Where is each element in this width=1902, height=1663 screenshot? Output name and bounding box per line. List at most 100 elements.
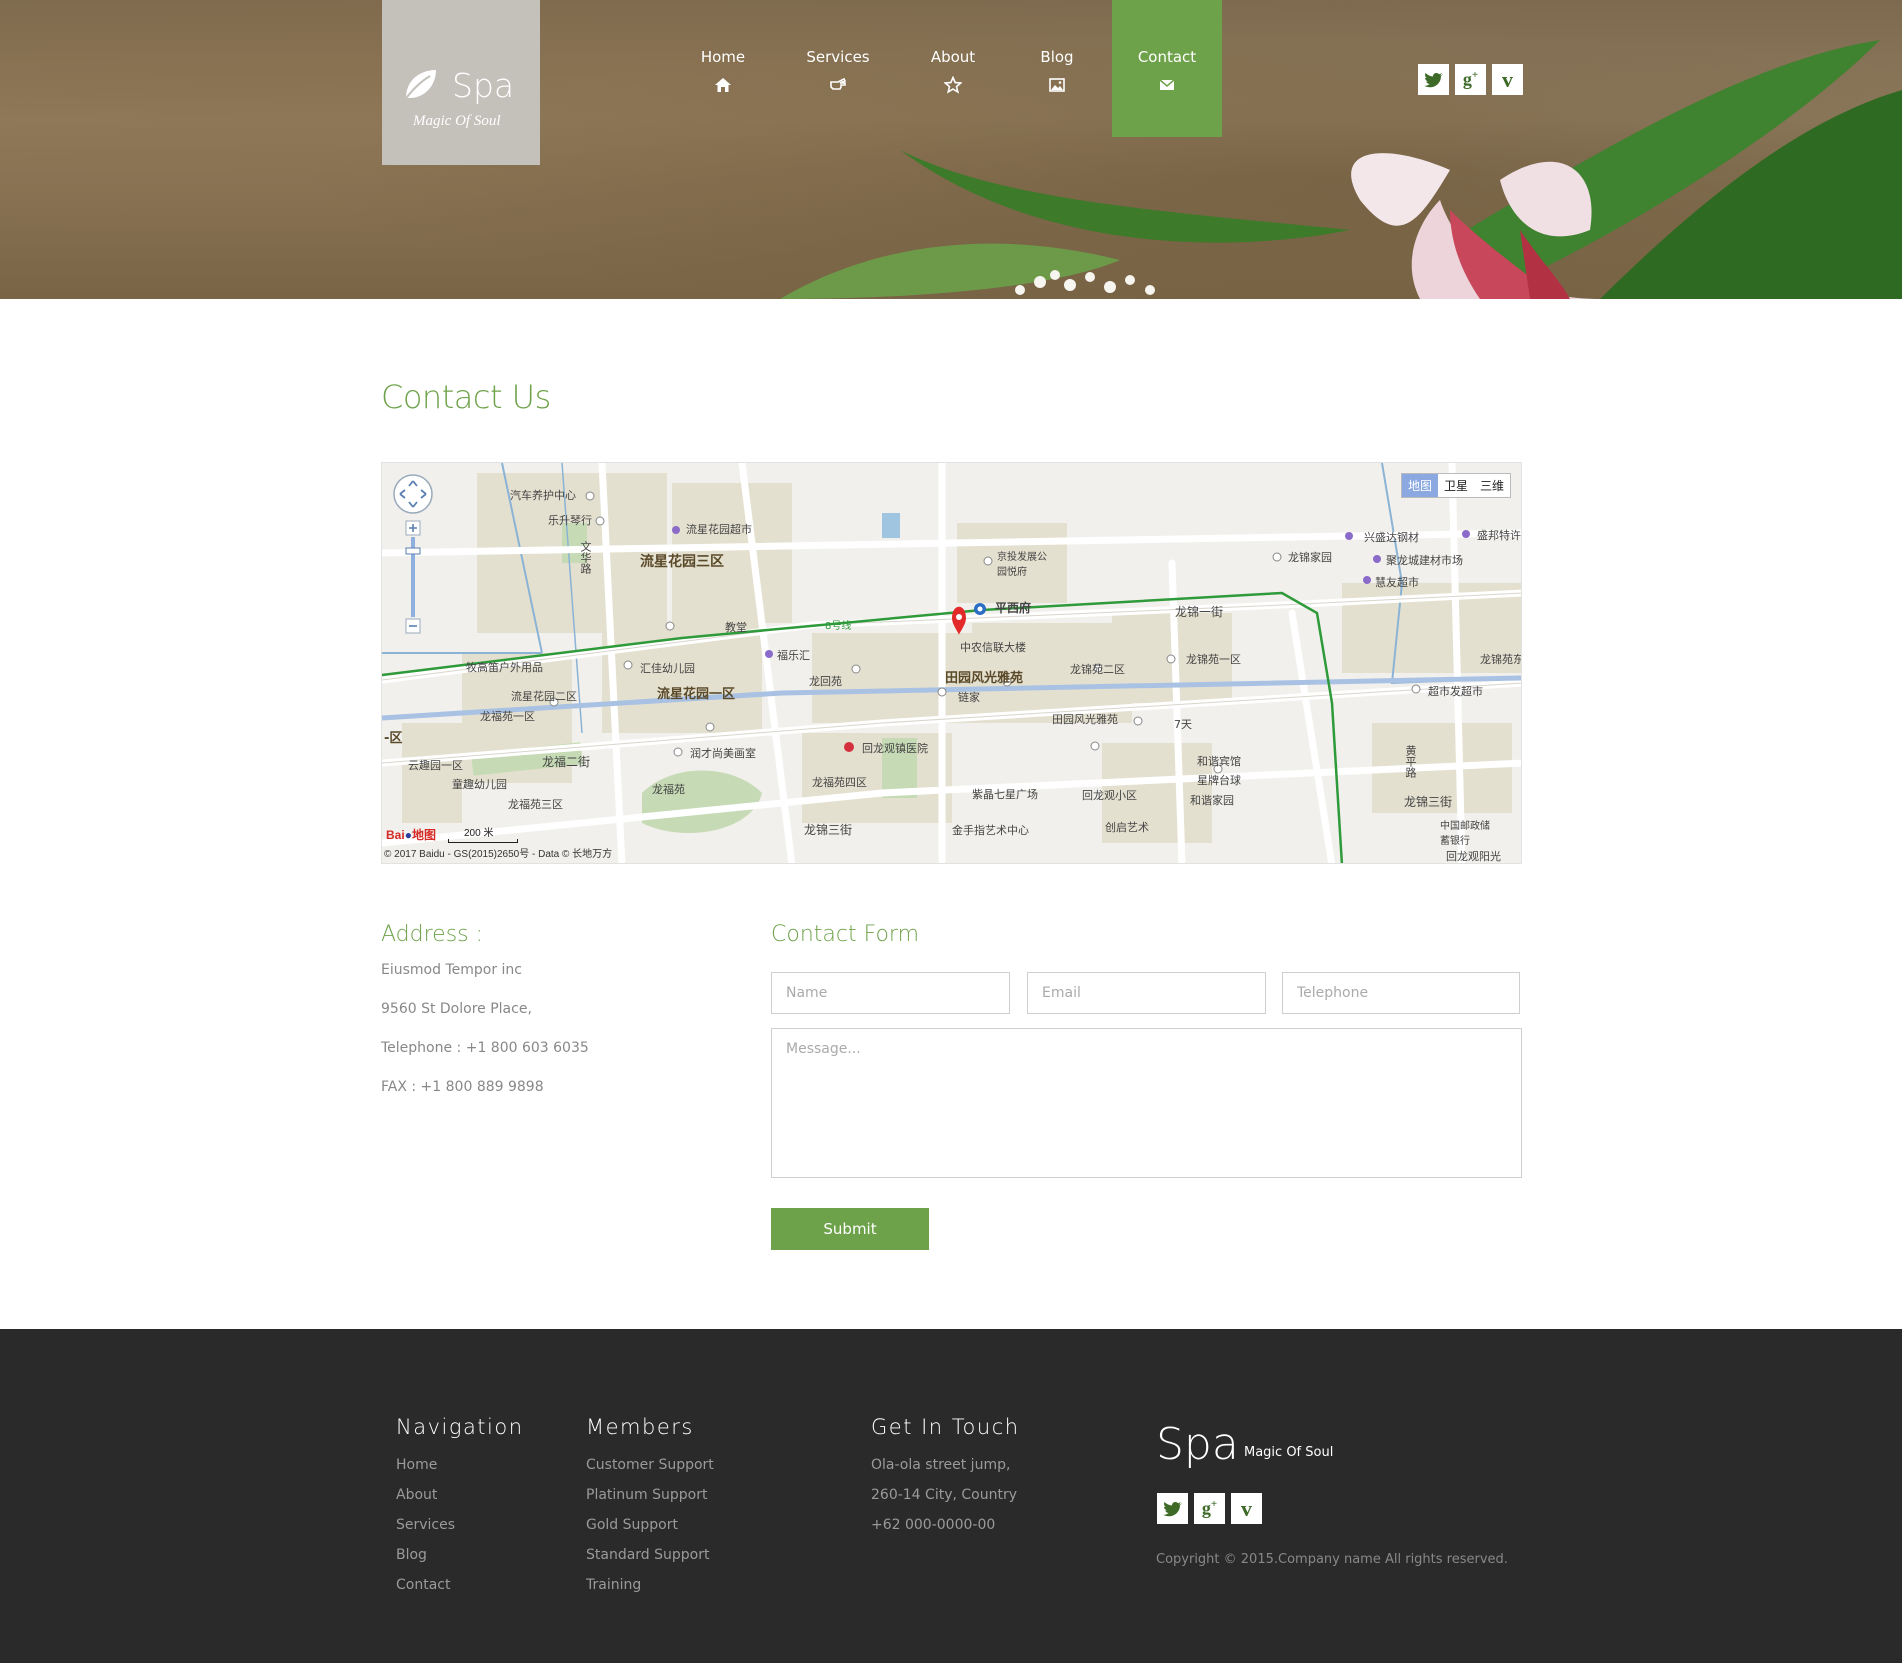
logo[interactable]: Spa Magic Of Soul xyxy=(382,0,540,165)
map-type-switch: 地图 卫星 三维 xyxy=(1400,473,1511,498)
map-type-map-button[interactable]: 地图 xyxy=(1401,474,1438,497)
hand-pointer-icon xyxy=(830,77,847,90)
footer-contact-title: Get In Touch xyxy=(871,1415,1020,1439)
nav-item-about[interactable]: About xyxy=(898,0,1008,137)
map-label: 8号线 xyxy=(825,621,852,632)
map-label: 文华路 xyxy=(579,541,592,574)
home-icon xyxy=(715,78,731,92)
envelope-icon xyxy=(1159,79,1175,90)
google-plus-icon[interactable]: g+ xyxy=(1455,64,1486,95)
map-copyright: © 2017 Baidu - GS(2015)2650号 - Data © 长地… xyxy=(384,849,613,860)
map-label: 流星花园一区 xyxy=(657,687,736,702)
footer-link-gold-support[interactable]: Gold Support xyxy=(586,1517,678,1533)
map-label: 中国邮政储蓄银行 xyxy=(1440,821,1490,847)
address-title: Address : xyxy=(381,922,484,947)
map-label: 龙福苑一区 xyxy=(480,710,535,723)
footer-link-blog[interactable]: Blog xyxy=(396,1547,427,1563)
map-label: 回龙观小区 xyxy=(1082,789,1137,802)
map-label: 星牌台球 xyxy=(1197,774,1241,787)
google-plus-icon[interactable]: g+ xyxy=(1194,1493,1225,1524)
name-input[interactable] xyxy=(771,972,1010,1014)
map-label: 龙回苑 xyxy=(809,675,842,688)
footer-link-training[interactable]: Training xyxy=(586,1577,641,1593)
map-label: 龙福苑三区 xyxy=(508,798,563,811)
nav-item-home[interactable]: Home xyxy=(668,0,778,137)
map-label: 金手指艺术中心 xyxy=(952,824,1029,837)
map-label: 牧高笛户外用品 xyxy=(466,661,543,674)
footer-contact-street: Ola-ola street jump, xyxy=(871,1457,1011,1473)
header-banner: Spa Magic Of Soul Home Services About Bl… xyxy=(0,0,1902,299)
map-label: 龙福苑 xyxy=(652,783,685,796)
map-label: 龙锦苑二区 xyxy=(1070,663,1125,676)
map-label: 平西府 xyxy=(995,601,1032,615)
map-type-3d-button[interactable]: 三维 xyxy=(1474,474,1510,497)
map-pan-icon xyxy=(393,474,433,514)
map-label: 创启艺术 xyxy=(1105,821,1149,834)
nav-item-contact[interactable]: Contact xyxy=(1112,0,1222,137)
nav-label: About xyxy=(930,48,976,66)
map-label: 龙福苑四区 xyxy=(812,776,867,789)
map-label: 田园风光雅苑 xyxy=(1052,713,1118,726)
map-label: 流星花园超市 xyxy=(686,523,752,536)
map-type-satellite-button[interactable]: 卫星 xyxy=(1438,474,1474,497)
map-label: 云趣园一区 xyxy=(408,759,463,772)
telephone-input[interactable] xyxy=(1282,972,1520,1014)
map-label: 超市发超市 xyxy=(1428,685,1483,698)
email-input[interactable] xyxy=(1027,972,1266,1014)
map-label: 龙锦苑一区 xyxy=(1186,653,1241,666)
vimeo-icon[interactable]: v xyxy=(1492,64,1523,95)
address-line: Eiusmod Tempor inc xyxy=(381,962,522,978)
footer-social-links: g+ v xyxy=(1157,1493,1262,1524)
map-label: 汇佳幼儿园 xyxy=(640,662,695,675)
logo-tagline: Magic Of Soul xyxy=(413,113,501,129)
map-label: 聚龙城建材市场 xyxy=(1386,554,1463,567)
map-label: 7天 xyxy=(1174,718,1192,731)
vimeo-icon[interactable]: v xyxy=(1231,1493,1262,1524)
nav-item-services[interactable]: Services xyxy=(783,0,893,137)
footer-link-services[interactable]: Services xyxy=(396,1517,455,1533)
map-label: 龙锦三街 xyxy=(804,823,853,837)
map-label: 兴盛达钢材 xyxy=(1364,531,1419,544)
map-label: 紫晶七星广场 xyxy=(972,788,1038,801)
address-fax: FAX : +1 800 889 9898 xyxy=(381,1079,544,1095)
footer-link-platinum-support[interactable]: Platinum Support xyxy=(586,1487,707,1503)
map-scale: 200 米 xyxy=(448,824,518,843)
twitter-icon[interactable] xyxy=(1157,1493,1188,1524)
map-label: 盛邦特许 xyxy=(1477,529,1521,542)
star-icon xyxy=(944,76,962,94)
nav-item-blog[interactable]: Blog xyxy=(1002,0,1112,137)
map-label: 龙锦三街 xyxy=(1404,795,1453,809)
map-label: 龙福二街 xyxy=(542,755,591,769)
submit-button[interactable]: Submit xyxy=(771,1208,929,1250)
twitter-icon[interactable] xyxy=(1418,64,1449,95)
footer-link-customer-support[interactable]: Customer Support xyxy=(586,1457,714,1473)
map-label: 田园风光雅苑 xyxy=(945,671,1024,686)
nav-label: Blog xyxy=(1040,48,1074,66)
footer-link-home[interactable]: Home xyxy=(396,1457,437,1473)
map-label: -区 xyxy=(384,731,403,746)
map-label: 京投发展公园悦府 xyxy=(997,552,1047,578)
footer-contact-phone: +62 000-0000-00 xyxy=(871,1517,996,1533)
contact-form-title: Contact Form xyxy=(771,922,920,947)
footer-logo-name: Spa xyxy=(1156,1419,1239,1470)
map-label: 流星花园二区 xyxy=(511,690,577,703)
map-label: 回龙观阳光 xyxy=(1446,850,1501,863)
map-label: 龙锦家园 xyxy=(1288,551,1332,564)
footer-link-standard-support[interactable]: Standard Support xyxy=(586,1547,709,1563)
map-label: 童趣幼儿园 xyxy=(452,778,507,791)
message-textarea[interactable] xyxy=(771,1028,1522,1178)
footer-copyright: Copyright © 2015.Company name All rights… xyxy=(1156,1552,1508,1567)
map-label: 福乐汇 xyxy=(777,649,810,662)
header-social-links: g+ v xyxy=(1418,64,1523,95)
baidu-logo-icon: Bai●地图 xyxy=(386,828,436,842)
footer-link-contact[interactable]: Contact xyxy=(396,1577,450,1593)
map-label: 黄平路 xyxy=(1404,745,1417,778)
footer-logo-tagline: Magic Of Soul xyxy=(1244,1445,1334,1460)
location-map[interactable]: 汽车养护中心 乐升琴行 流星花园超市 流星花园三区 文华路 京投发展公园悦府 平… xyxy=(381,462,1522,864)
map-label: 慧友超市 xyxy=(1375,576,1419,589)
map-label: 链家 xyxy=(958,691,980,704)
footer-link-about[interactable]: About xyxy=(396,1487,437,1503)
map-label: 流星花园三区 xyxy=(640,554,724,570)
logo-name: Spa xyxy=(452,66,515,105)
nav-label: Home xyxy=(700,48,746,66)
